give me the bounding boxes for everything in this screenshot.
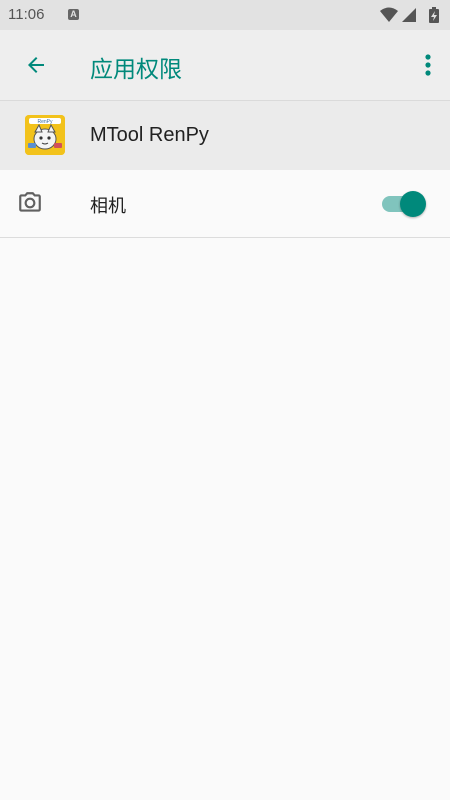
mtool-renpy-app-icon: RenPy [25, 115, 65, 155]
svg-text:RenPy: RenPy [37, 119, 53, 125]
camera-icon [17, 190, 43, 216]
cell-signal-icon [402, 8, 416, 22]
camera-permission-toggle[interactable] [382, 190, 428, 218]
permission-row-camera[interactable]: 相机 [0, 170, 450, 238]
wifi-icon [380, 7, 398, 22]
toggle-thumb [400, 191, 426, 217]
more-vert-icon [425, 54, 431, 76]
app-header-row: RenPy MTool RenPy [0, 101, 450, 170]
back-button[interactable] [12, 41, 60, 89]
status-bar: 11:06 A [0, 0, 450, 30]
notification-a-icon: A [68, 9, 79, 20]
status-icons [380, 7, 442, 23]
app-name: MTool RenPy [90, 124, 209, 146]
app-permissions-screen: 11:06 A 应用权限 RenPy MTool RenPy 相机 [0, 0, 450, 800]
toolbar: 应用权限 [0, 30, 450, 101]
battery-charging-icon [429, 7, 439, 23]
page-title: 应用权限 [90, 57, 182, 83]
more-options-button[interactable] [416, 45, 440, 85]
permission-label-camera: 相机 [90, 196, 126, 217]
arrow-back-icon [28, 57, 44, 73]
status-time: 11:06 [8, 6, 45, 23]
